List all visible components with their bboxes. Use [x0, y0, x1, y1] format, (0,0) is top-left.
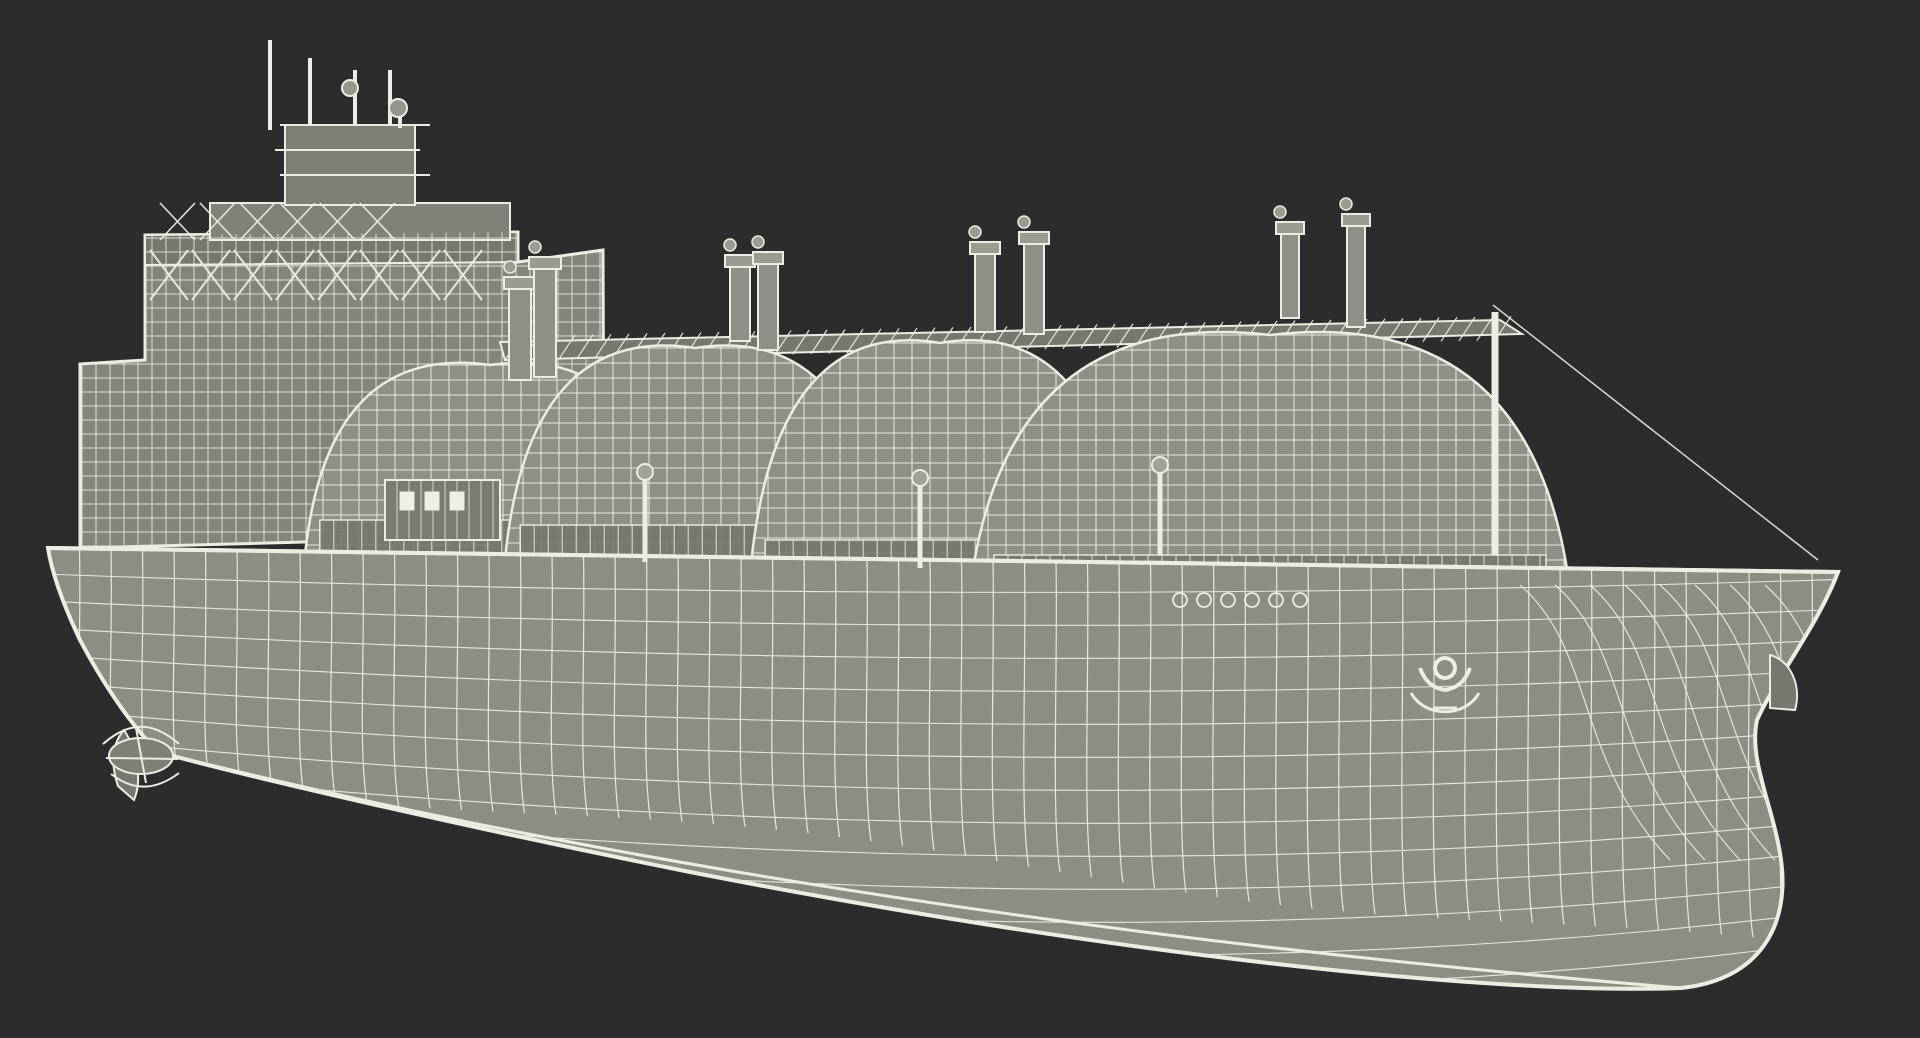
mast-icon — [503, 260, 537, 381]
render-viewport — [0, 0, 1920, 1038]
mast-icon — [528, 240, 562, 378]
ship-render — [0, 0, 1920, 1038]
deckhouse — [384, 479, 501, 541]
